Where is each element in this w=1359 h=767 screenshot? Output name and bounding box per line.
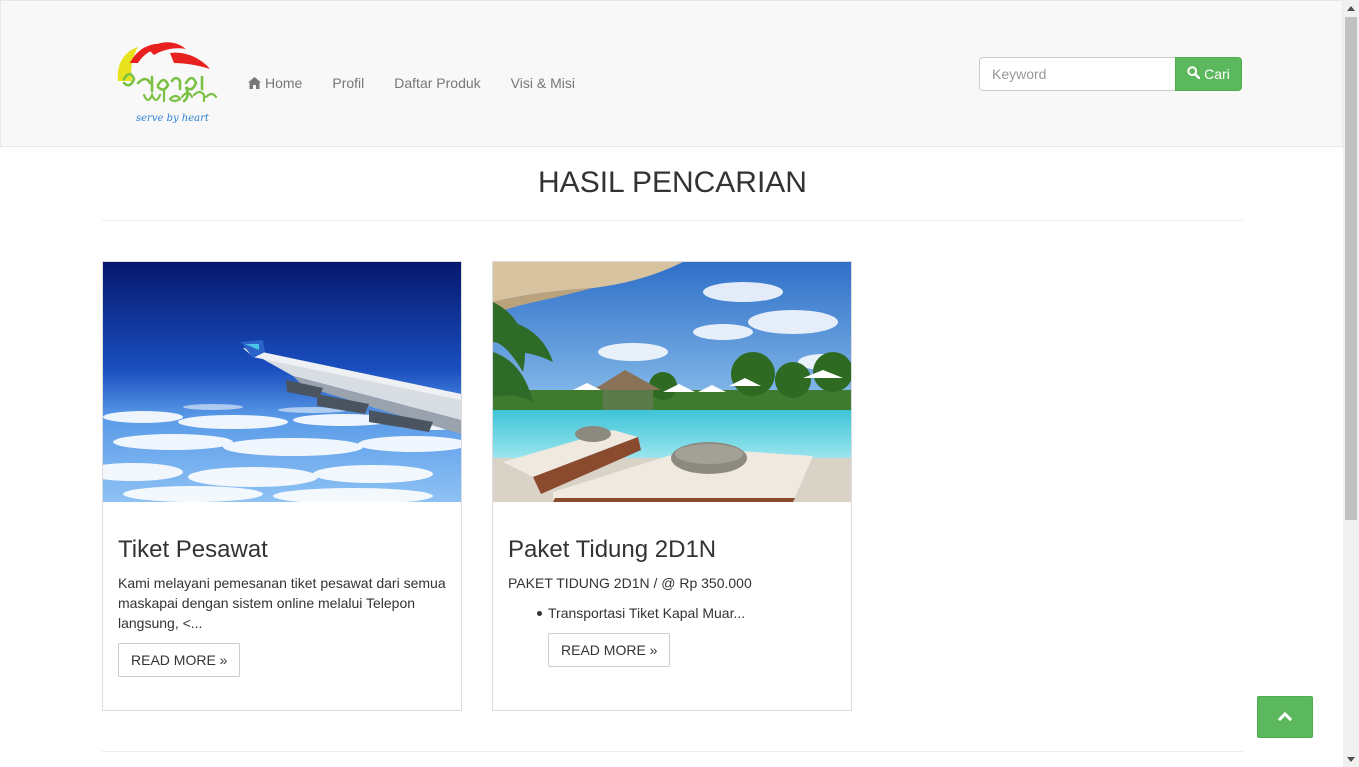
nav-item-visi-misi[interactable]: Visi & Misi bbox=[496, 64, 590, 103]
page-scrollbar[interactable] bbox=[1343, 0, 1359, 767]
page-title: HASIL PENCARIAN bbox=[538, 166, 807, 199]
search-button[interactable]: Cari bbox=[1175, 57, 1242, 91]
scroll-down-arrow-icon[interactable] bbox=[1343, 751, 1359, 767]
navbar: serve by heart Home Profil Daftar Produk… bbox=[0, 0, 1343, 147]
chevron-up-icon bbox=[1277, 708, 1293, 726]
scroll-up-arrow-icon[interactable] bbox=[1343, 0, 1359, 16]
card-title[interactable]: Tiket Pesawat bbox=[118, 535, 268, 565]
card-title[interactable]: Paket Tidung 2D1N bbox=[508, 535, 716, 565]
nav-item-label: Home bbox=[265, 75, 303, 91]
search-icon bbox=[1187, 66, 1201, 82]
nav-item-profil[interactable]: Profil bbox=[317, 64, 379, 103]
back-to-top-button[interactable] bbox=[1257, 696, 1313, 738]
divider bbox=[102, 220, 1243, 221]
logo-tagline: serve by heart bbox=[136, 113, 210, 124]
nav-item-label: Daftar Produk bbox=[394, 75, 481, 91]
card-image-airplane[interactable] bbox=[103, 262, 461, 502]
pelangi-wisata-logo: serve by heart bbox=[117, 42, 218, 124]
card-excerpt: Kami melayani pemesanan tiket pesawat da… bbox=[118, 575, 446, 631]
nav-item-label: Profil bbox=[332, 75, 365, 91]
result-card: Paket Tidung 2D1N PAKET TIDUNG 2D1N / @ … bbox=[492, 261, 852, 711]
search-button-label: Cari bbox=[1204, 66, 1230, 82]
nav-item-home[interactable]: Home bbox=[233, 64, 317, 103]
main-nav: Home Profil Daftar Produk Visi & Misi bbox=[233, 64, 590, 103]
card-feature-list: Transportasi Tiket Kapal Muar... bbox=[508, 603, 745, 623]
nav-item-label: Visi & Misi bbox=[510, 75, 575, 91]
scrollbar-thumb[interactable] bbox=[1345, 17, 1357, 520]
read-more-button[interactable]: READ MORE » bbox=[118, 643, 241, 677]
list-item: Transportasi Tiket Kapal Muar... bbox=[508, 603, 745, 623]
nav-item-daftar-produk[interactable]: Daftar Produk bbox=[379, 64, 495, 103]
read-more-button[interactable]: READ MORE » bbox=[548, 633, 671, 667]
card-image-resort-pool[interactable] bbox=[493, 262, 851, 502]
home-icon bbox=[248, 75, 261, 93]
search-form: Cari bbox=[979, 57, 1242, 91]
divider bbox=[102, 751, 1243, 752]
search-input[interactable] bbox=[979, 57, 1175, 91]
result-card: Tiket Pesawat Kami melayani pemesanan ti… bbox=[102, 261, 462, 711]
card-excerpt: PAKET TIDUNG 2D1N / @ Rp 350.000 bbox=[508, 575, 752, 591]
brand-logo[interactable]: serve by heart bbox=[114, 37, 220, 125]
